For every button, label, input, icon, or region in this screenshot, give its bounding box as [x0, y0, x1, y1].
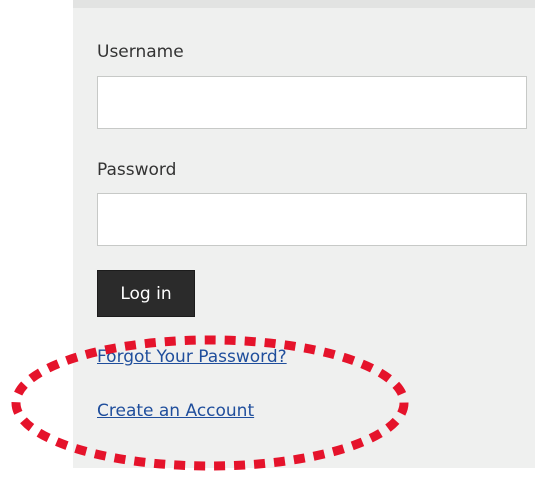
create-account-link[interactable]: Create an Account — [97, 401, 254, 421]
login-screen: Username Password Log in Forgot Your Pas… — [0, 0, 535, 482]
login-button[interactable]: Log in — [97, 270, 195, 317]
password-label: Password — [97, 160, 177, 180]
forgot-password-link[interactable]: Forgot Your Password? — [97, 347, 287, 367]
username-label: Username — [97, 42, 184, 62]
username-input[interactable] — [97, 76, 527, 129]
password-input[interactable] — [97, 193, 527, 246]
